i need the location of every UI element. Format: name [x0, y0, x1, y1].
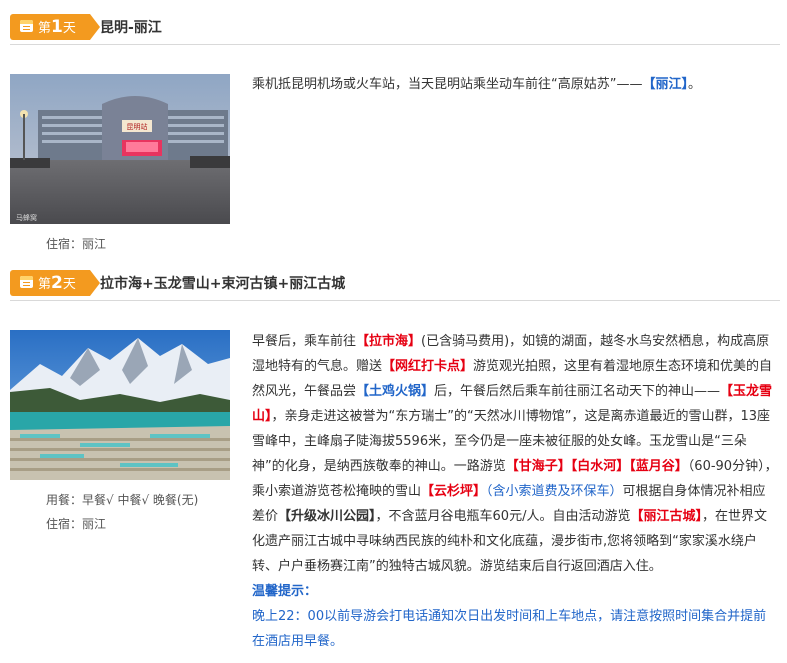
day2-badge-number: 2	[51, 273, 63, 293]
day1-badge-number: 1	[51, 17, 63, 37]
day2-photo-snow-mountain	[10, 330, 230, 480]
calendar-icon	[20, 20, 33, 32]
day1-title: 昆明-丽江	[100, 20, 162, 36]
day1-photo-kunming-station: 昆明站 马蜂窝	[10, 74, 230, 224]
day1-badge-suffix: 天	[62, 21, 76, 36]
snow-mountain-image	[10, 330, 230, 480]
day1-desc-end: 。	[688, 77, 702, 92]
day1-lodging: 住宿：丽江	[46, 237, 107, 251]
station-image: 昆明站 马蜂窝	[10, 74, 230, 224]
day1-badge: 第1天	[10, 14, 100, 40]
day1-badge-prefix: 第	[38, 21, 52, 36]
highlight-blue-moon-valley[interactable]: 【蓝月谷】	[629, 459, 688, 474]
photo-watermark: 马蜂窝	[16, 213, 37, 222]
highlight-yunshanping[interactable]: 【云杉坪】	[421, 484, 486, 499]
desc-text: 早餐后，乘车前往	[252, 334, 357, 349]
day2-header: 第2天 拉市海+玉龙雪山+束河古镇+丽江古城	[10, 268, 780, 301]
day2-badge: 第2天	[10, 270, 100, 296]
desc-text: ，不含蓝月谷电瓶车60元/人。自由活动游览	[375, 509, 631, 524]
day2-meals: 用餐：早餐√ 中餐√ 晚餐(无)	[46, 493, 199, 507]
day2-title: 拉市海+玉龙雪山+束河古镇+丽江古城	[100, 276, 346, 292]
day2-badge-suffix: 天	[62, 277, 76, 292]
day1-header: 第1天 昆明-丽江	[10, 12, 780, 45]
highlight-ganhaizi[interactable]: 【甘海子】	[506, 459, 571, 474]
day1-description: 乘机抵昆明机场或火车站，当天昆明站乘坐动车前往“高原姑苏”——【丽江】。	[252, 72, 778, 97]
highlight-baishuihe[interactable]: 【白水河】	[571, 459, 630, 474]
highlight-checkin-spot[interactable]: 【网红打卡点】	[382, 359, 473, 374]
upgrade-glacier-park: 【升级冰川公园】	[278, 509, 376, 524]
day2-lodging: 住宿：丽江	[46, 517, 107, 531]
highlight-lijiang-old-town[interactable]: 【丽江古城】	[630, 509, 702, 524]
day1-desc-text: 乘机抵昆明机场或火车站，当天昆明站乘坐动车前往“高原姑苏”——	[252, 77, 643, 92]
highlight-chicken-hotpot[interactable]: 【土鸡火锅】	[356, 384, 434, 399]
day2-badge-prefix: 第	[38, 277, 52, 292]
day1-badge-label: 第1天	[38, 18, 76, 38]
lijiang-link[interactable]: 【丽江】	[642, 77, 688, 92]
day2-description: 早餐后，乘车前往【拉市海】(已含骑马费用)，如镜的湖面，越冬水鸟安然栖息，构成高…	[252, 329, 778, 654]
station-sign: 昆明站	[127, 122, 148, 131]
note-cable-car-included: （含小索道费及环保车）	[486, 484, 623, 499]
day2-badge-label: 第2天	[38, 274, 76, 294]
tip-title: 温馨提示：	[252, 584, 318, 599]
tip-body: 晚上22：00以前导游会打电话通知次日出发时间和上车地点，请注意按照时间集合并提…	[252, 609, 767, 649]
highlight-lashihai[interactable]: 【拉市海】	[356, 334, 421, 349]
calendar-icon	[20, 276, 33, 288]
desc-text: 后，午餐后然后乘车前往丽江名动天下的神山——	[434, 384, 721, 399]
